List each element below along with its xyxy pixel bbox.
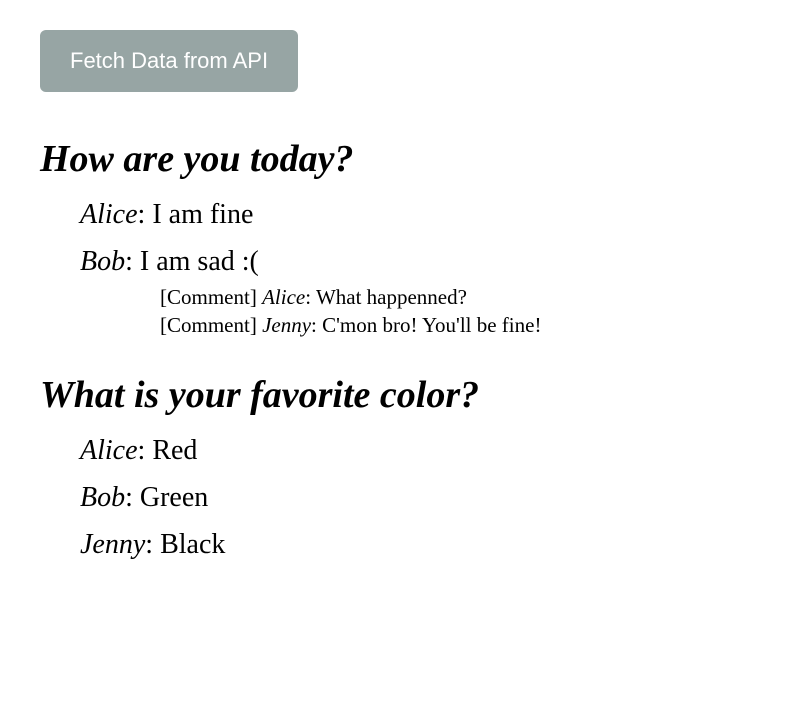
answer-row: Bob: I am sad :(	[80, 246, 760, 278]
comment-row: [Comment] Jenny: C'mon bro! You'll be fi…	[160, 313, 760, 338]
answer-text: Green	[140, 482, 208, 513]
answer-colon: :	[125, 482, 140, 513]
answer-row: Alice: I am fine	[80, 199, 760, 231]
comment-colon: :	[305, 285, 316, 309]
question-block: What is your favorite color? Alice: Red …	[40, 373, 760, 561]
answer-row: Jenny: Black	[80, 529, 760, 561]
answer-author: Jenny	[80, 529, 145, 560]
comment-text: C'mon bro! You'll be fine!	[322, 313, 541, 337]
comment-author: Jenny	[262, 313, 311, 337]
question-title: How are you today?	[40, 137, 760, 181]
answer-text: Red	[152, 435, 197, 466]
answer-row: Bob: Green	[80, 482, 760, 514]
answer-text: Black	[160, 529, 225, 560]
answer-row: Alice: Red	[80, 435, 760, 467]
question-block: How are you today? Alice: I am fine Bob:…	[40, 137, 760, 338]
answer-author: Alice	[80, 435, 138, 466]
question-title: What is your favorite color?	[40, 373, 760, 417]
answer-text: I am sad :(	[140, 246, 259, 277]
answer-text: I am fine	[152, 199, 253, 230]
answer-colon: :	[138, 435, 153, 466]
comments-group: [Comment] Alice: What happenned? [Commen…	[40, 285, 760, 338]
answer-colon: :	[145, 529, 160, 560]
fetch-data-button[interactable]: Fetch Data from API	[40, 30, 298, 92]
answer-author: Bob	[80, 482, 125, 513]
comment-row: [Comment] Alice: What happenned?	[160, 285, 760, 310]
answer-colon: :	[125, 246, 140, 277]
comment-colon: :	[311, 313, 322, 337]
answer-author: Bob	[80, 246, 125, 277]
answer-author: Alice	[80, 199, 138, 230]
answer-colon: :	[138, 199, 153, 230]
comment-author: Alice	[262, 285, 305, 309]
comment-text: What happenned?	[316, 285, 467, 309]
comment-prefix: [Comment]	[160, 313, 257, 337]
comment-prefix: [Comment]	[160, 285, 257, 309]
